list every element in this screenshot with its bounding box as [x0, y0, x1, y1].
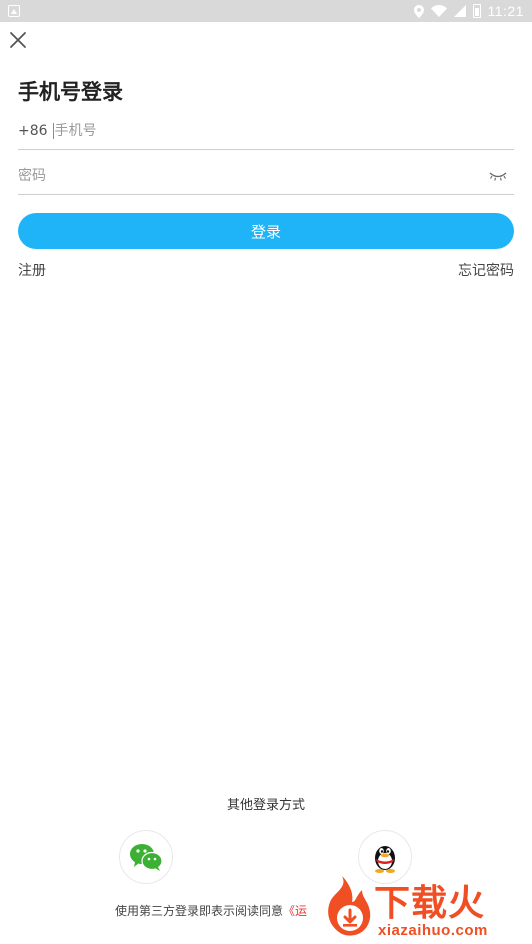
status-time: 11:21	[487, 3, 524, 19]
wifi-icon	[430, 5, 447, 17]
eye-closed-icon[interactable]	[488, 169, 508, 183]
status-icons: 11:21	[413, 0, 525, 22]
close-button[interactable]	[6, 28, 30, 52]
signal-icon	[453, 5, 466, 17]
login-button[interactable]: 登录	[18, 213, 514, 249]
protocol-link[interactable]: 《运	[283, 904, 307, 918]
battery-icon	[472, 4, 481, 18]
watermark-title: 下载火	[374, 883, 486, 924]
watermark-subtitle: xiazaihuo.com	[378, 922, 488, 939]
phone-input[interactable]	[54, 115, 514, 146]
flame-logo-icon	[328, 876, 371, 936]
register-link[interactable]: 注册	[18, 260, 46, 280]
status-bar: 11:21	[0, 0, 532, 22]
other-login-title: 其他登录方式	[226, 798, 305, 813]
forgot-password-link[interactable]: 忘记密码	[458, 260, 514, 280]
agreement-prefix: 使用第三方登录即表示阅读同意	[115, 904, 284, 918]
wechat-icon	[130, 844, 163, 871]
phone-field: +86	[18, 112, 514, 150]
close-icon	[10, 32, 26, 48]
notification-icon	[8, 5, 20, 17]
wechat-login-button[interactable]	[119, 830, 173, 884]
qq-icon	[375, 846, 395, 873]
page-title: 手机号登录	[18, 80, 123, 104]
password-field	[18, 157, 514, 195]
watermark: 下载火 xiazaihuo.com	[312, 872, 532, 944]
text-cursor	[52, 122, 54, 139]
country-code[interactable]: +86	[18, 123, 48, 139]
agreement-text: 使用第三方登录即表示阅读同意《运	[115, 902, 307, 919]
password-input[interactable]	[18, 160, 488, 191]
location-icon	[413, 4, 424, 18]
